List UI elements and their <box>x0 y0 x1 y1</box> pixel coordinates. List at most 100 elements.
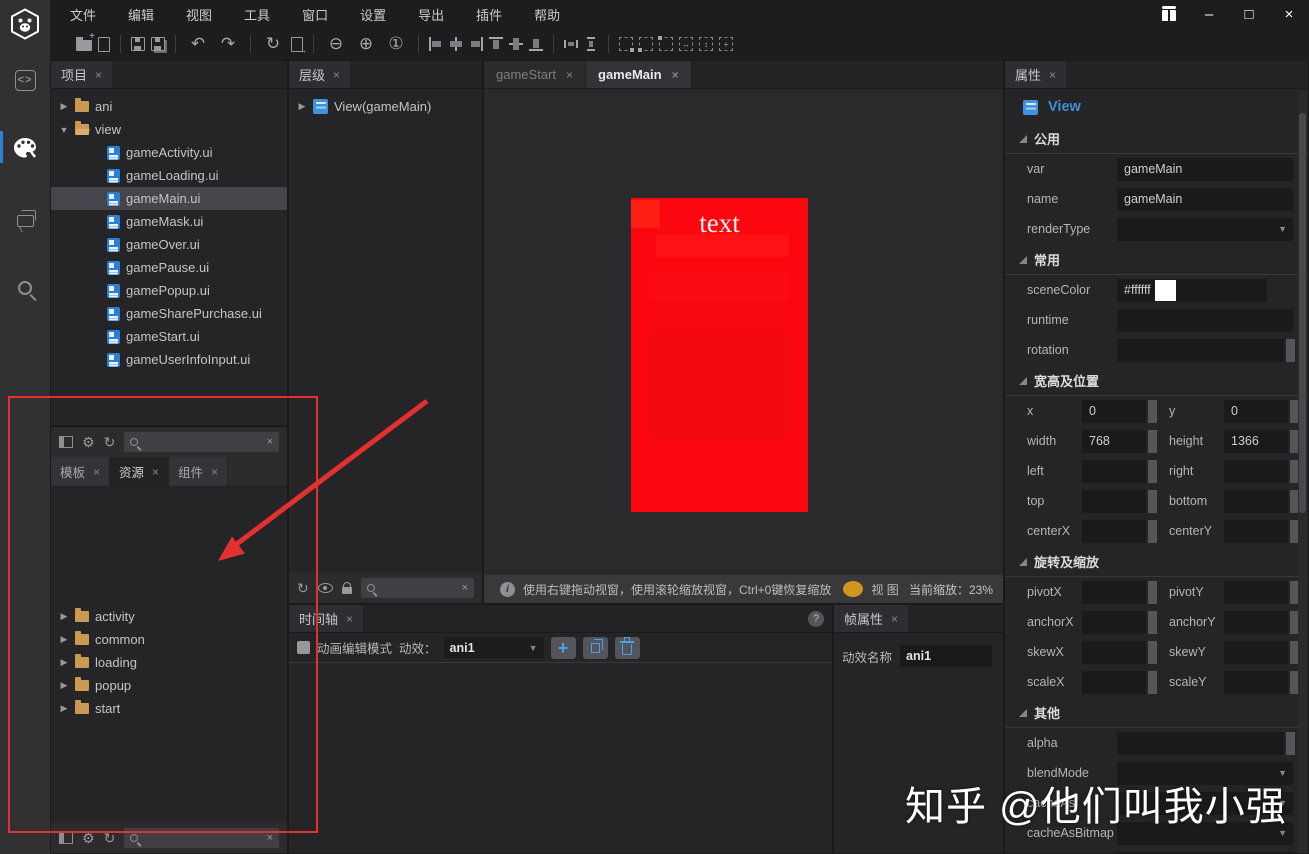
hierarchy-root-item[interactable]: ▶ View(gameMain) <box>289 95 482 118</box>
tree-item[interactable]: ▼ view <box>51 118 287 141</box>
fit-width-icon[interactable]: ↔ <box>679 37 693 51</box>
stage-child-rect[interactable] <box>649 329 789 439</box>
clear-search-icon[interactable]: × <box>267 436 273 448</box>
close-icon[interactable]: × <box>672 68 679 82</box>
property-input[interactable]: ▼ <box>1082 489 1146 513</box>
expand-arrow[interactable]: ▶ <box>297 101 307 112</box>
property-input[interactable]: gameMain▼ <box>1117 187 1293 211</box>
property-input[interactable]: #ffffff▼ <box>1117 278 1267 302</box>
delete-effect-button[interactable] <box>614 636 640 659</box>
maximize-button[interactable]: □ <box>1229 0 1269 28</box>
design-canvas[interactable]: text <box>484 89 1003 575</box>
stage-text-label[interactable]: text <box>631 208 808 239</box>
search-panel-icon[interactable] <box>0 270 50 306</box>
stage-view[interactable]: text <box>631 198 808 512</box>
expand-arrow[interactable]: ▼ <box>59 125 69 135</box>
property-input[interactable]: ▼ <box>1082 610 1146 634</box>
stretch-left-icon[interactable] <box>658 36 673 51</box>
align-center-horizontal-icon[interactable] <box>449 37 463 51</box>
tree-item[interactable]: gameStart.ui <box>51 325 287 348</box>
stepper-handle[interactable] <box>1148 519 1157 543</box>
minimize-button[interactable]: – <box>1189 0 1229 28</box>
design-view-icon[interactable] <box>0 130 50 166</box>
close-icon[interactable]: × <box>566 68 573 82</box>
stepper-handle[interactable] <box>1148 489 1157 513</box>
effect-name-input[interactable]: ani1 <box>900 645 993 667</box>
section-header[interactable]: 公用 <box>1005 123 1308 154</box>
expand-arrow[interactable]: ▶ <box>59 101 69 112</box>
tree-item[interactable]: gamePopup.ui <box>51 279 287 302</box>
scrollbar-thumb[interactable] <box>1299 113 1306 513</box>
property-input[interactable]: 768▼ <box>1082 429 1146 453</box>
menu-item[interactable]: 插件 <box>462 1 516 28</box>
close-icon[interactable]: × <box>93 465 100 479</box>
tree-item[interactable]: gameOver.ui <box>51 233 287 256</box>
stage-child-rect[interactable] <box>649 303 789 327</box>
gift-icon[interactable] <box>1149 0 1189 28</box>
color-swatch[interactable] <box>1154 279 1176 301</box>
stage-child-rect[interactable] <box>649 272 789 301</box>
assets-tab[interactable]: 组件 × <box>169 457 229 486</box>
close-icon[interactable]: × <box>152 465 159 479</box>
property-input[interactable]: ▼ <box>1224 459 1288 483</box>
assets-tab[interactable]: 资源 × <box>110 457 170 486</box>
expand-arrow[interactable]: ▶ <box>59 611 69 622</box>
menu-item[interactable]: 窗口 <box>288 1 342 28</box>
stretch-right-icon[interactable] <box>619 37 634 52</box>
property-input[interactable]: 0▼ <box>1224 399 1288 423</box>
stepper-handle[interactable] <box>1286 731 1295 755</box>
property-input[interactable]: ▼ <box>1224 640 1288 664</box>
open-project-icon[interactable] <box>76 31 95 51</box>
close-icon[interactable]: × <box>95 68 102 82</box>
fit-both-icon[interactable]: + <box>719 37 733 51</box>
tree-item[interactable]: gameMask.ui <box>51 210 287 233</box>
tree-item[interactable]: gamePause.ui <box>51 256 287 279</box>
property-input[interactable]: 1366▼ <box>1224 429 1288 453</box>
property-input[interactable]: ▼ <box>1082 640 1146 664</box>
menu-item[interactable]: 设置 <box>346 1 400 28</box>
tree-item[interactable]: ▶ common <box>51 628 287 651</box>
stepper-handle[interactable] <box>1148 670 1157 694</box>
property-input[interactable]: ▼ <box>1082 580 1146 604</box>
tree-item[interactable]: ▶ start <box>51 697 287 720</box>
new-file-icon[interactable] <box>98 36 110 52</box>
stretch-down-icon[interactable] <box>638 37 653 52</box>
stepper-handle[interactable] <box>1148 459 1157 483</box>
stepper-handle[interactable] <box>1286 338 1295 362</box>
expand-arrow[interactable]: ▶ <box>59 657 69 668</box>
stepper-handle[interactable] <box>1148 640 1157 664</box>
property-input[interactable]: ▼ <box>1117 217 1293 241</box>
tab-timeline[interactable]: 时间轴 × <box>289 605 364 632</box>
property-input[interactable]: ▼ <box>1224 489 1288 513</box>
property-input[interactable]: ▼ <box>1224 610 1288 634</box>
menu-item[interactable]: 编辑 <box>114 1 168 28</box>
section-header[interactable]: 常用 <box>1005 244 1308 275</box>
refresh-icon[interactable]: ↻ <box>104 435 116 449</box>
panel-layout-icon[interactable] <box>59 436 73 448</box>
property-input[interactable]: 0▼ <box>1082 399 1146 423</box>
tree-item[interactable]: ▶ ani <box>51 95 287 118</box>
stepper-handle[interactable] <box>1148 610 1157 634</box>
align-bottom-icon[interactable] <box>529 37 543 51</box>
tab-project[interactable]: 项目 × <box>51 61 113 88</box>
property-input[interactable]: gameMain▼ <box>1117 157 1293 181</box>
stepper-handle[interactable] <box>1148 580 1157 604</box>
section-header[interactable]: 旋转及缩放 <box>1005 546 1308 577</box>
zoom-reset-icon[interactable]: ① <box>384 32 408 56</box>
menu-item[interactable]: 导出 <box>404 1 458 28</box>
stepper-handle[interactable] <box>1148 429 1157 453</box>
property-input[interactable]: ▼ <box>1117 308 1293 332</box>
tree-item[interactable]: gameUserInfoInput.ui <box>51 348 287 371</box>
close-icon[interactable]: × <box>346 612 353 626</box>
expand-arrow[interactable]: ▶ <box>59 680 69 691</box>
scrollbar-track[interactable] <box>1298 91 1307 853</box>
fit-height-icon[interactable]: ↕ <box>699 37 713 51</box>
copy-effect-button[interactable] <box>582 636 608 659</box>
view-toggle[interactable] <box>843 581 864 597</box>
align-top-icon[interactable] <box>489 37 503 51</box>
tab-hierarchy[interactable]: 层级 × <box>289 61 351 88</box>
section-header[interactable]: 宽高及位置 <box>1005 365 1308 396</box>
tree-item[interactable]: gameMain.ui <box>51 187 287 210</box>
tab-frame-properties[interactable]: 帧属性 × <box>834 605 909 632</box>
assets-tab[interactable]: 模板 × <box>51 457 111 486</box>
